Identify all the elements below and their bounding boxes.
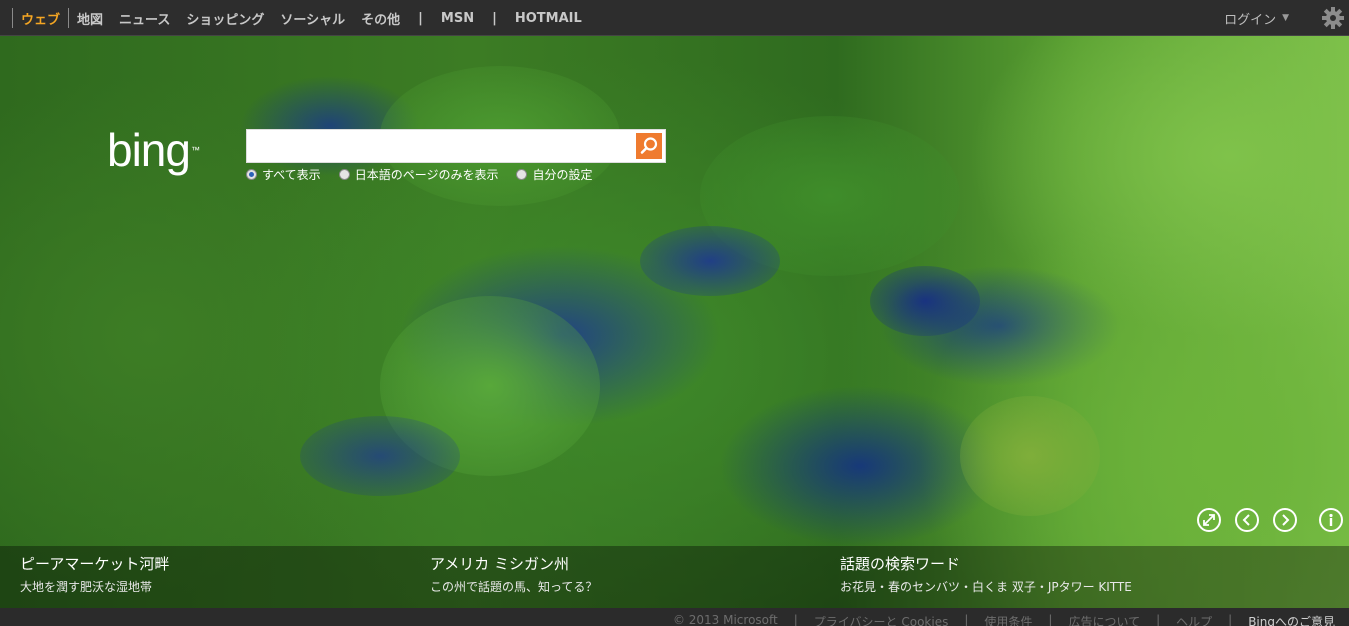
top-navigation-bar: ウェブ 地図 ニュース ショッピング ソーシャル その他 | MSN | HOT… [0, 0, 1349, 36]
filter-my-settings[interactable]: 自分の設定 [516, 166, 592, 183]
footer: © 2013 Microsoft | プライバシーと Cookies | 使用条… [0, 608, 1349, 626]
expand-button[interactable] [1197, 508, 1221, 532]
nav-pipe-separator: | [492, 10, 497, 26]
search-button[interactable] [636, 133, 662, 159]
chevron-right-icon [1282, 514, 1290, 526]
filter-all[interactable]: すべて表示 [246, 166, 321, 183]
filter-settings-label: 自分の設定 [532, 168, 593, 182]
nav-link-msn[interactable]: MSN [433, 11, 482, 26]
radio-all[interactable] [246, 169, 257, 180]
magnifier-icon [640, 137, 658, 154]
copyright-text: © 2013 Microsoft [672, 613, 778, 626]
login-label: ログイン [1224, 12, 1277, 28]
water-patch [300, 416, 460, 496]
search-box [246, 129, 666, 163]
nav-link-hotmail[interactable]: HOTMAIL [507, 11, 590, 26]
nav-pipe-separator: | [418, 10, 423, 26]
previous-image-button[interactable] [1235, 508, 1259, 532]
water-patch [640, 226, 780, 296]
radio-my-settings[interactable] [516, 169, 528, 180]
background-photo [0, 36, 1349, 608]
hotspot-item[interactable]: アメリカ ミシガン州 この州で話題の馬、知ってる？ [430, 554, 810, 596]
logo-text: bing [107, 124, 191, 176]
radio-japanese-only[interactable] [338, 169, 350, 180]
footer-separator: | [964, 613, 969, 626]
expand-icon [1203, 514, 1215, 526]
next-image-button[interactable] [1273, 508, 1297, 532]
nav-tab-news[interactable]: ニュース [111, 9, 178, 28]
footer-separator: | [1228, 613, 1233, 626]
search-filter-options: すべて表示 日本語のページのみを表示 自分の設定 [246, 166, 610, 183]
hotspot-subtitle: 大地を潤す肥沃な湿地帯 [20, 580, 153, 594]
filter-japanese-only[interactable]: 日本語のページのみを表示 [338, 166, 499, 183]
hotspot-title: 話題の検索ワード [840, 555, 961, 573]
forest-patch [960, 396, 1100, 516]
hotspot-item[interactable]: ピーアマーケット河畔 大地を潤す肥沃な湿地帯 [20, 554, 400, 596]
info-icon [1329, 513, 1333, 526]
hotspot-subtitle: お花見・春のセンバツ・白くま 双子・JPタワー KITTE [840, 580, 1132, 594]
chevron-down-icon: ▼ [1282, 13, 1289, 23]
footer-separator: | [1048, 613, 1053, 626]
hotspot-title: アメリカ ミシガン州 [430, 555, 570, 573]
filter-all-label: すべて表示 [262, 168, 321, 182]
filter-japanese-label: 日本語のページのみを表示 [354, 168, 499, 182]
hotspot-item[interactable]: 話題の検索ワード お花見・春のセンバツ・白くま 双子・JPタワー KITTE [840, 554, 1220, 596]
hotspot-subtitle: この州で話題の馬、知ってる？ [430, 580, 598, 594]
nav-tab-web[interactable]: ウェブ [13, 9, 68, 28]
footer-separator: | [793, 613, 798, 626]
image-info-button[interactable] [1319, 508, 1343, 532]
footer-links: © 2013 Microsoft | プライバシーと Cookies | 使用条… [657, 613, 1335, 626]
footer-separator: | [1156, 613, 1161, 626]
search-input[interactable] [251, 132, 635, 162]
privacy-link[interactable]: プライバシーと Cookies [814, 613, 949, 626]
hotspot-title: ピーアマーケット河畔 [20, 555, 170, 573]
nav-links: ウェブ 地図 ニュース ショッピング ソーシャル その他 | MSN | HOT… [12, 0, 590, 36]
help-link[interactable]: ヘルプ [1176, 613, 1212, 626]
login-menu[interactable]: ログイン ▼ [1224, 0, 1289, 36]
nav-tab-maps[interactable]: 地図 [69, 9, 111, 28]
logo-trademark: ™ [190, 145, 200, 155]
terms-link[interactable]: 使用条件 [984, 613, 1032, 626]
ads-link[interactable]: 広告について [1068, 613, 1140, 626]
gear-icon[interactable] [1321, 6, 1345, 30]
feedback-link[interactable]: Bingへのご意見 [1248, 613, 1335, 626]
nav-tab-social[interactable]: ソーシャル [272, 9, 353, 28]
water-patch [870, 266, 980, 336]
bing-logo: bing™ [107, 124, 200, 176]
nav-tab-shopping[interactable]: ショッピング [178, 9, 272, 28]
chevron-left-icon [1242, 514, 1250, 526]
nav-tab-more[interactable]: その他 [353, 9, 408, 28]
hotspot-strip: ピーアマーケット河畔 大地を潤す肥沃な湿地帯 アメリカ ミシガン州 この州で話題… [0, 546, 1349, 608]
